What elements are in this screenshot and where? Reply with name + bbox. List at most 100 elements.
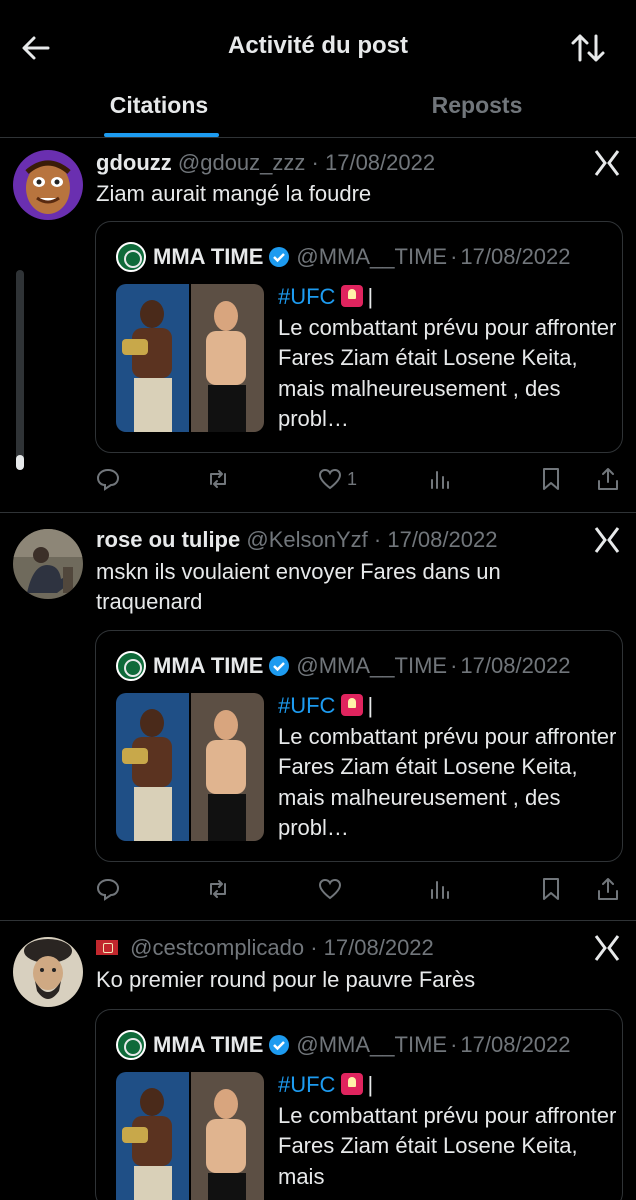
quoted-media[interactable] (116, 284, 264, 432)
separator: · (450, 1032, 458, 1057)
quoted-post-date: 17/08/2022 (460, 653, 571, 678)
hashtag-link[interactable]: #UFC (278, 284, 335, 309)
tab-citations[interactable]: Citations (0, 88, 318, 138)
quoted-post[interactable]: MMA TIME @MMA__TIME · 17/08/2022 #UFC | … (95, 1009, 623, 1200)
quoted-post-body: Le combattant prévu pour affronter Fares… (278, 314, 617, 432)
share-button[interactable] (595, 461, 621, 497)
quoted-author-name: MMA TIME (153, 244, 264, 269)
repost-button[interactable] (205, 461, 231, 497)
bookmark-icon (543, 878, 559, 900)
reply-button[interactable] (95, 871, 121, 907)
avatar[interactable] (13, 937, 83, 1007)
author-name[interactable]: gdouzz (96, 150, 172, 175)
post[interactable]: rose ou tulipe @KelsonYzf · 17/08/2022 m… (0, 513, 636, 921)
share-button[interactable] (595, 871, 621, 907)
separator: · (450, 244, 458, 269)
author-handle[interactable]: @cestcomplicado (130, 935, 304, 960)
quoted-avatar[interactable] (116, 242, 146, 272)
author-name[interactable]: rose ou tulipe (96, 527, 240, 552)
post-text: Ziam aurait mangé la foudre (96, 181, 372, 206)
verified-badge-icon (269, 656, 290, 676)
x-logo-icon (594, 527, 620, 553)
quoted-avatar[interactable] (116, 651, 146, 681)
bookmark-button[interactable] (538, 871, 564, 907)
author-handle[interactable]: @KelsonYzf (246, 527, 367, 552)
quoted-author-handle: @MMA__TIME (296, 653, 448, 678)
tab-reposts[interactable]: Reposts (318, 88, 636, 138)
quoted-post[interactable]: MMA TIME @MMA__TIME · 17/08/2022 #UFC | … (95, 630, 623, 862)
post-header: @cestcomplicado · 17/08/2022 (96, 935, 434, 961)
quoted-author-name: MMA TIME (153, 653, 264, 678)
post-header: gdouzz @gdouz_zzz · 17/08/2022 (96, 150, 435, 176)
quoted-media[interactable] (116, 1072, 264, 1200)
share-icon (598, 878, 618, 900)
quoted-text-separator: | (367, 284, 374, 309)
reply-icon (96, 878, 120, 901)
flag-emoji-icon (96, 940, 118, 955)
like-count: 1 (347, 468, 358, 489)
views-chart-icon (431, 471, 449, 489)
post-text: mskn ils voulaient envoyer Fares dans un… (96, 559, 501, 614)
quoted-author-handle: @MMA__TIME (296, 244, 448, 269)
quoted-post-header: MMA TIME @MMA__TIME · 17/08/2022 (116, 651, 571, 681)
siren-emoji-icon (341, 694, 364, 716)
quoted-author-name: MMA TIME (153, 1032, 264, 1057)
quoted-post-text: #UFC | Le combattant prévu pour affronter… (278, 282, 618, 435)
quoted-avatar[interactable] (116, 1030, 146, 1060)
hashtag-link[interactable]: #UFC (278, 693, 335, 718)
author-handle[interactable]: @gdouz_zzz (178, 150, 306, 175)
quoted-author-handle: @MMA__TIME (296, 1032, 448, 1057)
heart-icon (318, 468, 342, 490)
x-logo-icon (594, 935, 620, 961)
repost-button[interactable] (205, 871, 231, 907)
bookmark-button[interactable] (538, 461, 564, 497)
quoted-post-body: Le combattant prévu pour affronter Fares… (278, 723, 617, 841)
avatar[interactable] (13, 150, 83, 220)
views-button[interactable] (427, 871, 453, 907)
post-date[interactable]: 17/08/2022 (387, 527, 497, 552)
like-button[interactable]: 1 (317, 461, 357, 497)
quoted-media[interactable] (116, 693, 264, 841)
quoted-post-header: MMA TIME @MMA__TIME · 17/08/2022 (116, 1030, 571, 1060)
reply-button[interactable] (95, 461, 121, 497)
repost-icon (210, 470, 226, 488)
quoted-post-header: MMA TIME @MMA__TIME · 17/08/2022 (116, 242, 571, 272)
x-logo-icon (594, 150, 620, 176)
sort-arrows-icon[interactable] (568, 28, 608, 68)
verified-badge-icon (269, 247, 290, 267)
post-date[interactable]: 17/08/2022 (325, 150, 435, 175)
quoted-post[interactable]: MMA TIME @MMA__TIME · 17/08/2022 #UFC | … (95, 221, 623, 453)
page-title: Activité du post (227, 32, 408, 59)
quoted-post-text: #UFC | Le combattant prévu pour affronter… (278, 1070, 618, 1192)
views-button[interactable] (427, 461, 453, 497)
post[interactable]: @cestcomplicado · 17/08/2022 Ko premier … (0, 921, 636, 1200)
reply-icon (96, 468, 120, 491)
quoted-post-body: Le combattant prévu pour affronter Fares… (278, 1102, 617, 1189)
verified-badge-icon (269, 1035, 290, 1055)
views-chart-icon (431, 881, 449, 899)
top-bar: Activité du post (0, 0, 636, 88)
quoted-text-separator: | (367, 1072, 374, 1097)
post[interactable]: gdouzz @gdouz_zzz · 17/08/2022 Ziam aura… (0, 138, 636, 513)
post-text: Ko premier round pour le pauvre Farès (96, 967, 476, 992)
like-button[interactable] (317, 871, 343, 907)
separator: · (311, 150, 319, 175)
bookmark-icon (543, 468, 559, 490)
quoted-post-date: 17/08/2022 (460, 1032, 571, 1057)
action-bar (95, 871, 625, 907)
post-header: rose ou tulipe @KelsonYzf · 17/08/2022 (96, 527, 497, 553)
quoted-post-date: 17/08/2022 (460, 244, 571, 269)
siren-emoji-icon (341, 285, 364, 307)
quoted-text-separator: | (367, 693, 374, 718)
share-icon (598, 468, 618, 490)
active-tab-indicator (104, 133, 219, 137)
hashtag-link[interactable]: #UFC (278, 1072, 335, 1097)
action-bar: 1 (95, 461, 625, 497)
quoted-post-text: #UFC | Le combattant prévu pour affronter… (278, 691, 618, 844)
siren-emoji-icon (341, 1073, 364, 1095)
separator: · (373, 527, 382, 552)
avatar[interactable] (13, 529, 83, 599)
repost-icon (210, 880, 226, 898)
post-date[interactable]: 17/08/2022 (324, 935, 434, 960)
heart-icon (318, 878, 342, 900)
